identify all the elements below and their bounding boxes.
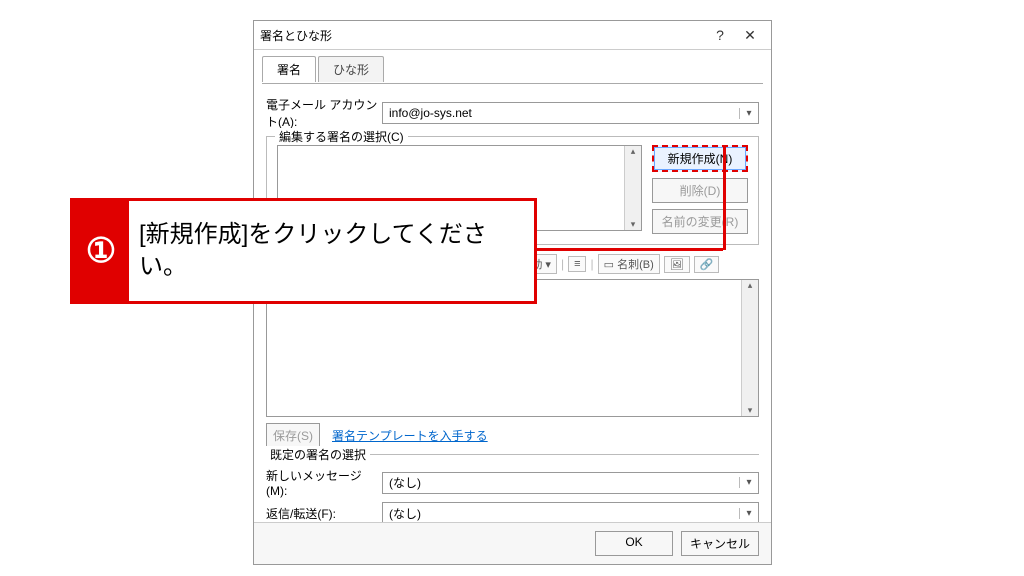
business-card-button[interactable]: ▭ 名刺(B): [598, 254, 660, 274]
tab-signature[interactable]: 署名: [262, 56, 316, 82]
dialog-title: 署名とひな形: [260, 27, 705, 44]
insert-picture-button[interactable]: 🖼: [664, 256, 690, 273]
help-button[interactable]: ?: [705, 27, 735, 43]
chevron-down-icon: ▾: [739, 477, 758, 488]
callout-text: [新規作成]をクリックしてください。: [129, 201, 534, 301]
dialog-body: 電子メール アカウント(A): info@jo-sys.net ▾ 編集する署名…: [254, 84, 771, 546]
tab-stationery[interactable]: ひな形: [318, 56, 384, 82]
get-templates-link[interactable]: 署名テンプレートを入手する: [332, 427, 488, 444]
account-dropdown[interactable]: info@jo-sys.net ▾: [382, 102, 759, 124]
card-icon: ▭: [604, 259, 614, 271]
reply-forward-dropdown[interactable]: (なし) ▾: [382, 502, 759, 524]
account-label: 電子メール アカウント(A):: [266, 96, 382, 130]
tabs: 署名 ひな形: [254, 50, 771, 82]
callout-leader: [723, 145, 726, 250]
insert-link-button[interactable]: 🔗: [694, 256, 720, 273]
close-button[interactable]: ✕: [735, 27, 765, 44]
callout-leader: [531, 248, 723, 251]
new-message-label: 新しいメッセージ(M):: [266, 467, 382, 498]
new-signature-button[interactable]: 新規作成(N): [652, 145, 748, 172]
titlebar: 署名とひな形 ? ✕: [254, 21, 771, 50]
dialog-footer: OK キャンセル: [254, 522, 771, 564]
default-signature-legend: 既定の署名の選択: [266, 446, 370, 463]
cancel-button[interactable]: キャンセル: [681, 531, 759, 556]
delete-signature-button[interactable]: 削除(D): [652, 178, 748, 203]
chevron-down-icon: ▾: [739, 108, 758, 119]
rename-signature-button[interactable]: 名前の変更(R): [652, 209, 748, 234]
scrollbar[interactable]: ▴▾: [624, 146, 641, 230]
instruction-callout: ① [新規作成]をクリックしてください。: [70, 198, 537, 304]
save-signature-button[interactable]: 保存(S): [266, 423, 320, 448]
select-signature-legend: 編集する署名の選択(C): [275, 128, 408, 145]
align-button[interactable]: ≡: [568, 256, 586, 272]
scrollbar[interactable]: ▴▾: [741, 280, 758, 416]
callout-number: ①: [73, 201, 129, 301]
ok-button[interactable]: OK: [595, 531, 673, 556]
reply-forward-value: (なし): [383, 505, 739, 522]
reply-forward-label: 返信/転送(F):: [266, 505, 382, 522]
new-message-value: (なし): [383, 474, 739, 491]
chevron-down-icon: ▾: [739, 508, 758, 519]
new-message-dropdown[interactable]: (なし) ▾: [382, 472, 759, 494]
account-value: info@jo-sys.net: [383, 106, 739, 120]
